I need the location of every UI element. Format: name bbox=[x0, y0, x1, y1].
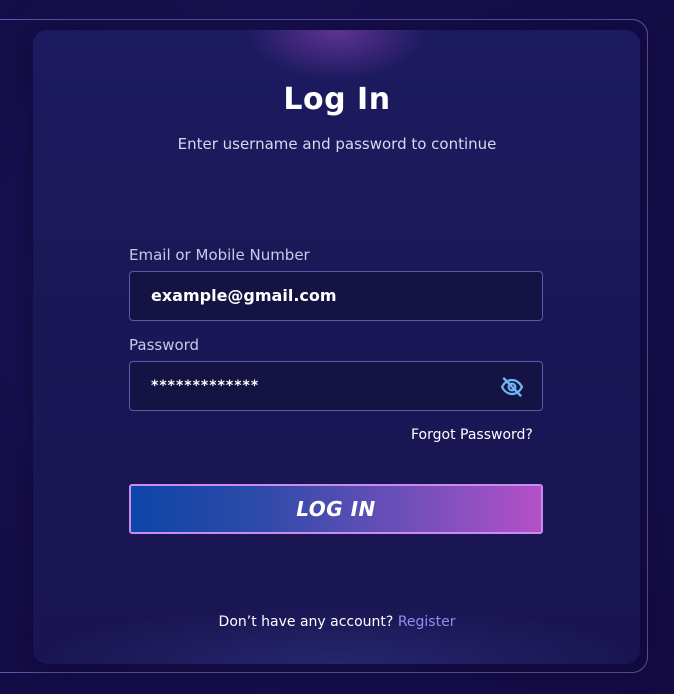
register-prompt-text: Don’t have any account? bbox=[218, 614, 394, 630]
email-field[interactable]: example@gmail.com bbox=[129, 271, 543, 321]
email-value: example@gmail.com bbox=[151, 286, 337, 305]
register-link[interactable]: Register bbox=[398, 614, 456, 630]
password-field[interactable]: ************* bbox=[129, 361, 543, 411]
email-label: Email or Mobile Number bbox=[129, 246, 310, 264]
login-card bbox=[33, 30, 640, 664]
login-page: Log In Enter username and password to co… bbox=[0, 0, 674, 694]
login-button[interactable]: LOG IN bbox=[129, 484, 543, 534]
register-prompt: Don’t have any account? Register bbox=[0, 614, 674, 630]
forgot-password-link[interactable]: Forgot Password? bbox=[411, 427, 533, 443]
password-label: Password bbox=[129, 336, 200, 354]
eye-off-icon[interactable] bbox=[500, 375, 524, 399]
password-value: ************* bbox=[151, 378, 260, 394]
page-subtitle: Enter username and password to continue bbox=[177, 135, 497, 153]
page-title: Log In bbox=[283, 82, 391, 117]
